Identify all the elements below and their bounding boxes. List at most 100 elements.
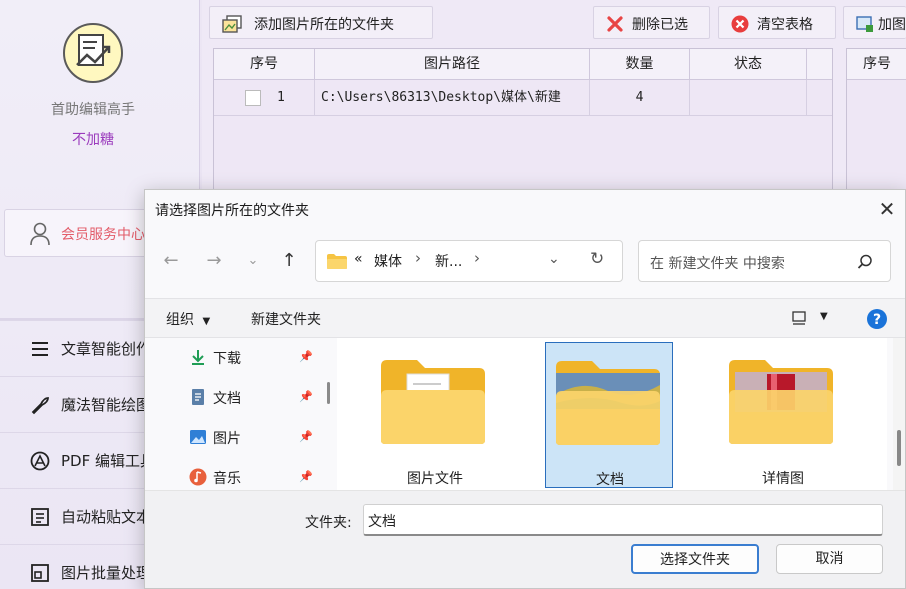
music-icon bbox=[189, 468, 207, 486]
view-mode-icon[interactable] bbox=[791, 310, 807, 326]
nav-item-downloads[interactable]: 下载 📌 bbox=[185, 338, 325, 378]
cell-filler bbox=[807, 80, 832, 116]
nav-item-label: 下载 bbox=[213, 351, 241, 367]
document-icon bbox=[192, 389, 204, 405]
download-icon bbox=[192, 350, 204, 365]
search-input[interactable]: 在 新建文件夹 中搜索 bbox=[638, 240, 891, 282]
dialog-title: 请选择图片所在的文件夹 bbox=[155, 203, 309, 219]
folder-product-icon bbox=[729, 360, 833, 444]
view-dropdown-icon[interactable]: ▼ bbox=[820, 311, 828, 322]
cell-status bbox=[690, 80, 807, 116]
close-icon[interactable]: ✕ bbox=[875, 198, 899, 222]
breadcrumb-item[interactable]: 新... bbox=[435, 251, 462, 271]
folder-view: 图片文件 文档 详情图 bbox=[337, 338, 887, 490]
folder-name-field[interactable]: 文档 bbox=[363, 504, 883, 536]
cell-count: 4 bbox=[590, 80, 690, 116]
clear-table-label: 清空表格 bbox=[757, 17, 813, 33]
clear-table-button[interactable]: 清空表格 bbox=[718, 6, 836, 39]
organize-label: 组织 bbox=[166, 312, 194, 328]
row-index: 1 bbox=[277, 90, 285, 105]
address-bar[interactable]: « 媒体 › 新... › ⌄ ↻ bbox=[315, 240, 623, 282]
app-name: 首助编辑高手 bbox=[51, 102, 135, 118]
cancel-button[interactable]: 取消 bbox=[776, 544, 883, 574]
folder-name: 图片文件 bbox=[407, 471, 463, 487]
column-header-status[interactable]: 状态 bbox=[690, 49, 807, 80]
table-row[interactable]: 1 C:\Users\86313\Desktop\媒体\新建 4 bbox=[214, 80, 832, 116]
sidebar-item-label: 文章智能创作 bbox=[61, 340, 152, 358]
folder-name: 文档 bbox=[596, 472, 624, 488]
cell-index: 1 bbox=[214, 80, 315, 116]
folder-icon bbox=[327, 254, 347, 269]
forward-arrow-icon[interactable]: → bbox=[200, 248, 228, 276]
user-icon bbox=[30, 222, 50, 246]
refresh-icon[interactable]: ↻ bbox=[590, 249, 604, 269]
magic-wand-icon bbox=[31, 397, 49, 415]
app-subtitle[interactable]: 不加糖 bbox=[0, 129, 186, 149]
navigation-pane: 下载 📌 文档 📌 图片 📌 音乐 📌 bbox=[145, 338, 333, 490]
column-header-path[interactable]: 图片路径 bbox=[315, 49, 590, 80]
column-header-index[interactable]: 序号 bbox=[214, 49, 315, 80]
pin-icon[interactable]: 📌 bbox=[299, 390, 313, 403]
up-arrow-icon[interactable]: ↑ bbox=[275, 248, 303, 276]
pdf-circle-icon bbox=[30, 451, 50, 471]
breadcrumb-chevron-icon[interactable]: › bbox=[474, 249, 480, 267]
menu-lines-icon bbox=[32, 342, 48, 356]
scrollbar-thumb[interactable] bbox=[897, 430, 901, 466]
help-icon[interactable]: ? bbox=[866, 308, 888, 330]
sidebar-item-label: 图片批量处理 bbox=[61, 564, 152, 582]
nav-item-documents[interactable]: 文档 📌 bbox=[185, 378, 325, 418]
breadcrumb-overflow[interactable]: « bbox=[354, 251, 363, 267]
nav-item-pictures[interactable]: 图片 📌 bbox=[185, 418, 325, 458]
svg-text:?: ? bbox=[873, 312, 881, 328]
second-table: 序号 bbox=[846, 48, 906, 198]
pin-icon[interactable]: 📌 bbox=[299, 470, 313, 483]
caret-down-icon: ▼ bbox=[202, 316, 211, 327]
add-image-label: 加图 bbox=[878, 17, 906, 33]
add-image-button[interactable]: 加图 bbox=[843, 6, 906, 39]
pin-icon[interactable]: 📌 bbox=[299, 350, 313, 363]
picture-icon bbox=[190, 430, 206, 444]
logo-icon bbox=[76, 34, 111, 66]
app-logo bbox=[63, 23, 123, 83]
image-plus-icon bbox=[856, 16, 873, 32]
row-checkbox[interactable] bbox=[245, 90, 261, 106]
image-path-table: 序号 图片路径 数量 状态 1 C:\Users\86313\Desktop\媒… bbox=[213, 48, 833, 198]
column-header-count[interactable]: 数量 bbox=[590, 49, 690, 80]
back-arrow-icon[interactable]: ← bbox=[157, 248, 185, 276]
image-frame-icon bbox=[31, 564, 49, 582]
delete-selected-button[interactable]: 删除已选 bbox=[593, 6, 710, 39]
folder-picker-dialog: 请选择图片所在的文件夹 ✕ ← → ⌄ ↑ « 媒体 › 新... › ⌄ ↻ … bbox=[144, 189, 906, 589]
dialog-footer: 文件夹: 文档 选择文件夹 取消 bbox=[145, 490, 905, 588]
cell-path: C:\Users\86313\Desktop\媒体\新建 bbox=[315, 80, 590, 116]
search-icon bbox=[857, 254, 872, 269]
organize-menu[interactable]: 组织 ▼ bbox=[166, 309, 210, 329]
delete-selected-label: 删除已选 bbox=[632, 17, 688, 33]
command-bar: 组织 ▼ 新建文件夹 ▼ ? bbox=[145, 298, 905, 338]
column-header-filler bbox=[807, 49, 832, 80]
search-placeholder: 在 新建文件夹 中搜索 bbox=[650, 256, 785, 272]
sidebar-item-label: PDF 编辑工具 bbox=[61, 452, 155, 470]
second-column-header-index[interactable]: 序号 bbox=[847, 49, 906, 80]
select-folder-button[interactable]: 选择文件夹 bbox=[631, 544, 759, 574]
folder-item[interactable]: 图片文件 bbox=[371, 342, 499, 488]
folder-item[interactable]: 详情图 bbox=[719, 342, 847, 488]
folder-item-selected[interactable]: 文档 bbox=[545, 342, 673, 488]
folder-painting-icon bbox=[556, 361, 660, 445]
nav-item-label: 图片 bbox=[213, 431, 241, 447]
nav-scrollbar-thumb[interactable] bbox=[327, 382, 330, 404]
folder-view-scrollbar[interactable] bbox=[893, 338, 905, 490]
image-add-icon bbox=[222, 15, 242, 33]
add-folder-label: 添加图片所在的文件夹 bbox=[254, 17, 394, 33]
pin-icon[interactable]: 📌 bbox=[299, 430, 313, 443]
breadcrumb-item[interactable]: 媒体 bbox=[374, 251, 402, 271]
folder-documents-icon bbox=[381, 360, 485, 444]
sidebar-item-label: 魔法智能绘图 bbox=[61, 396, 152, 414]
add-folder-button[interactable]: 添加图片所在的文件夹 bbox=[209, 6, 433, 39]
new-folder-button[interactable]: 新建文件夹 bbox=[251, 309, 321, 329]
delete-x-icon bbox=[607, 16, 623, 32]
breadcrumb-chevron-icon[interactable]: › bbox=[415, 249, 421, 267]
recent-chevron-icon[interactable]: ⌄ bbox=[239, 248, 267, 276]
folder-name-value: 文档 bbox=[368, 514, 396, 530]
address-dropdown-icon[interactable]: ⌄ bbox=[548, 251, 560, 267]
clear-circle-icon bbox=[731, 15, 749, 33]
